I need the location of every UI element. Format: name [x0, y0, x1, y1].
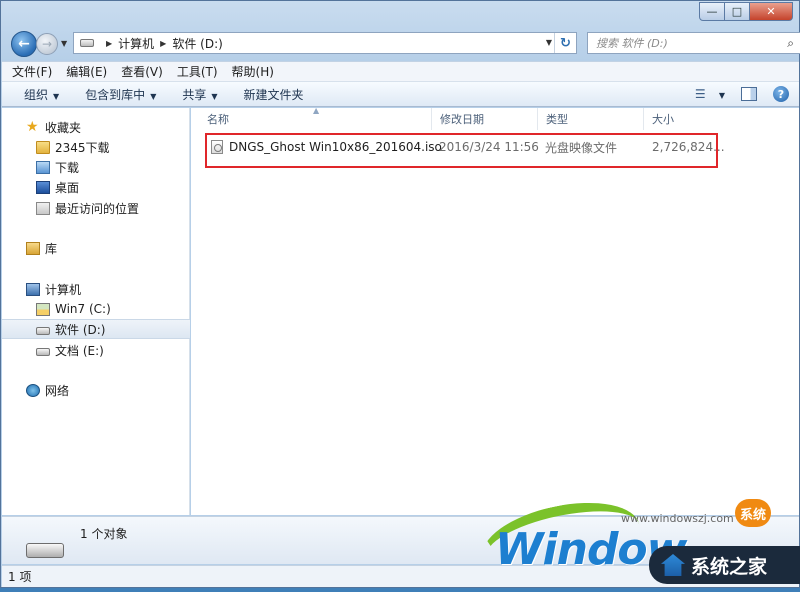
nav-item-desktop[interactable]: 桌面 — [2, 177, 190, 197]
nav-item-label: 软件 (D:) — [55, 322, 106, 337]
share-label: 共享 — [182, 87, 207, 102]
include-in-library-label: 包含到库中 — [85, 87, 146, 102]
system-drive-icon — [36, 302, 50, 316]
object-count: 1 个对象 — [80, 527, 128, 541]
breadcrumb-computer[interactable]: 计算机 — [118, 35, 154, 52]
caption-buttons: — □ ✕ — [699, 2, 793, 21]
address-row: ← → ▼ ▶ 计算机 ▶ 软件 (D:) ▼ ↻ 搜索 软件 (D:) ⌕ — [9, 30, 800, 58]
back-button[interactable]: ← — [11, 31, 37, 57]
view-controls: ☰ ▼ ? — [695, 86, 789, 102]
recent-places-icon — [36, 201, 50, 215]
explorer-window: — □ ✕ ← → ▼ ▶ 计算机 ▶ 软件 (D:) ▼ ↻ 搜索 软件 (D… — [0, 0, 800, 592]
address-bar[interactable]: ▶ 计算机 ▶ 软件 (D:) ▼ ↻ — [73, 32, 577, 54]
refresh-icon: ↻ — [560, 35, 571, 51]
column-header-name[interactable]: 名称 — [199, 108, 432, 130]
menu-edit[interactable]: 编辑(E) — [66, 63, 107, 80]
chevron-down-icon: ▼ — [53, 91, 60, 101]
search-input[interactable]: 搜索 软件 (D:) — [596, 35, 668, 51]
back-arrow-icon: ← — [18, 36, 30, 52]
navigation-pane: ★ 收藏夹 2345下载 下载 桌面 最近访问的位置 库 计算机 Win7 (C… — [2, 108, 190, 515]
new-folder-button[interactable]: 新建文件夹 — [244, 86, 304, 103]
nav-drive-e[interactable]: 文档 (E:) — [2, 340, 190, 360]
nav-drive-d[interactable]: 软件 (D:) — [2, 319, 190, 339]
nav-item-label: 桌面 — [55, 180, 80, 195]
organize-button[interactable]: 组织 ▼ — [24, 86, 59, 103]
nav-favorites-label: 收藏夹 — [45, 120, 82, 135]
nav-item-label: 最近访问的位置 — [55, 201, 140, 216]
maximize-button[interactable]: □ — [725, 2, 750, 21]
include-in-library-button[interactable]: 包含到库中 ▼ — [85, 86, 156, 103]
address-dropdown-icon[interactable]: ▼ — [546, 38, 552, 47]
nav-computer[interactable]: 计算机 — [2, 279, 190, 299]
chevron-down-icon: ▼ — [211, 91, 218, 101]
nav-computer-label: 计算机 — [45, 282, 82, 297]
maximize-icon: □ — [731, 5, 743, 18]
refresh-button[interactable]: ↻ — [554, 33, 576, 53]
menu-help[interactable]: 帮助(H) — [232, 63, 274, 80]
help-icon[interactable]: ? — [773, 86, 789, 102]
drive-icon — [36, 347, 50, 356]
search-box[interactable]: 搜索 软件 (D:) ⌕ — [587, 32, 800, 54]
drive-icon — [80, 39, 94, 47]
forward-button[interactable]: → — [36, 33, 58, 55]
breadcrumb-chevron-icon[interactable]: ▶ — [106, 39, 112, 48]
downloads-folder-icon — [36, 160, 50, 174]
minimize-button[interactable]: — — [699, 2, 725, 21]
star-icon: ★ — [26, 118, 39, 135]
computer-icon — [26, 282, 40, 296]
file-list: ▲ 名称 修改日期 类型 大小 DNGS_Ghost Win10x86_2016… — [191, 106, 799, 515]
recent-pages-dropdown[interactable]: ▼ — [61, 39, 67, 48]
nav-network[interactable]: 网络 — [2, 380, 190, 400]
change-view-icon[interactable]: ☰ — [695, 87, 713, 101]
command-bar: 组织 ▼ 包含到库中 ▼ 共享 ▼ 新建文件夹 ☰ ▼ ? — [2, 81, 799, 107]
nav-network-label: 网络 — [45, 383, 70, 398]
breadcrumb-drive[interactable]: 软件 (D:) — [172, 35, 222, 52]
details-pane: 1 个对象 — [2, 516, 799, 564]
nav-libraries[interactable]: 库 — [2, 238, 190, 258]
menu-file[interactable]: 文件(F) — [12, 63, 52, 80]
nav-item-recent-places[interactable]: 最近访问的位置 — [2, 198, 190, 218]
nav-item-downloads[interactable]: 下载 — [2, 157, 190, 177]
preview-pane-icon[interactable] — [741, 87, 757, 101]
nav-item-label: 下载 — [55, 160, 80, 175]
menu-bar: 文件(F) 编辑(E) 查看(V) 工具(T) 帮助(H) — [2, 61, 799, 81]
nav-favorites[interactable]: ★ 收藏夹 — [2, 117, 190, 137]
nav-item-label: 2345下载 — [55, 140, 110, 155]
close-button[interactable]: ✕ — [750, 2, 793, 21]
minimize-icon: — — [706, 5, 718, 18]
column-header-size[interactable]: 大小 — [644, 108, 724, 130]
highlight-box — [205, 133, 718, 168]
status-bar: 1 项 — [2, 565, 799, 587]
organize-label: 组织 — [24, 87, 49, 102]
view-dropdown-icon[interactable]: ▼ — [719, 87, 725, 101]
network-icon — [26, 383, 40, 397]
forward-arrow-icon: → — [41, 37, 53, 51]
close-icon: ✕ — [766, 5, 776, 18]
nav-drive-c[interactable]: Win7 (C:) — [2, 299, 190, 319]
breadcrumb-chevron-icon[interactable]: ▶ — [160, 39, 166, 48]
column-header-type[interactable]: 类型 — [538, 108, 644, 130]
nav-item-label: Win7 (C:) — [55, 302, 111, 316]
share-button[interactable]: 共享 ▼ — [182, 86, 217, 103]
nav-libraries-label: 库 — [45, 241, 58, 256]
column-header-modified[interactable]: 修改日期 — [432, 108, 538, 130]
menu-tools[interactable]: 工具(T) — [177, 63, 218, 80]
menu-view[interactable]: 查看(V) — [121, 63, 163, 80]
desktop-icon — [36, 180, 50, 194]
chevron-down-icon: ▼ — [718, 91, 725, 100]
folder-icon — [36, 140, 50, 154]
nav-item-label: 文档 (E:) — [55, 343, 104, 358]
item-count: 1 项 — [8, 570, 32, 584]
chevron-down-icon: ▼ — [150, 91, 157, 101]
search-icon[interactable]: ⌕ — [787, 36, 794, 51]
drive-icon — [36, 326, 50, 335]
drive-icon — [26, 543, 64, 558]
library-icon — [26, 241, 40, 255]
nav-item-2345-downloads[interactable]: 2345下载 — [2, 137, 190, 157]
